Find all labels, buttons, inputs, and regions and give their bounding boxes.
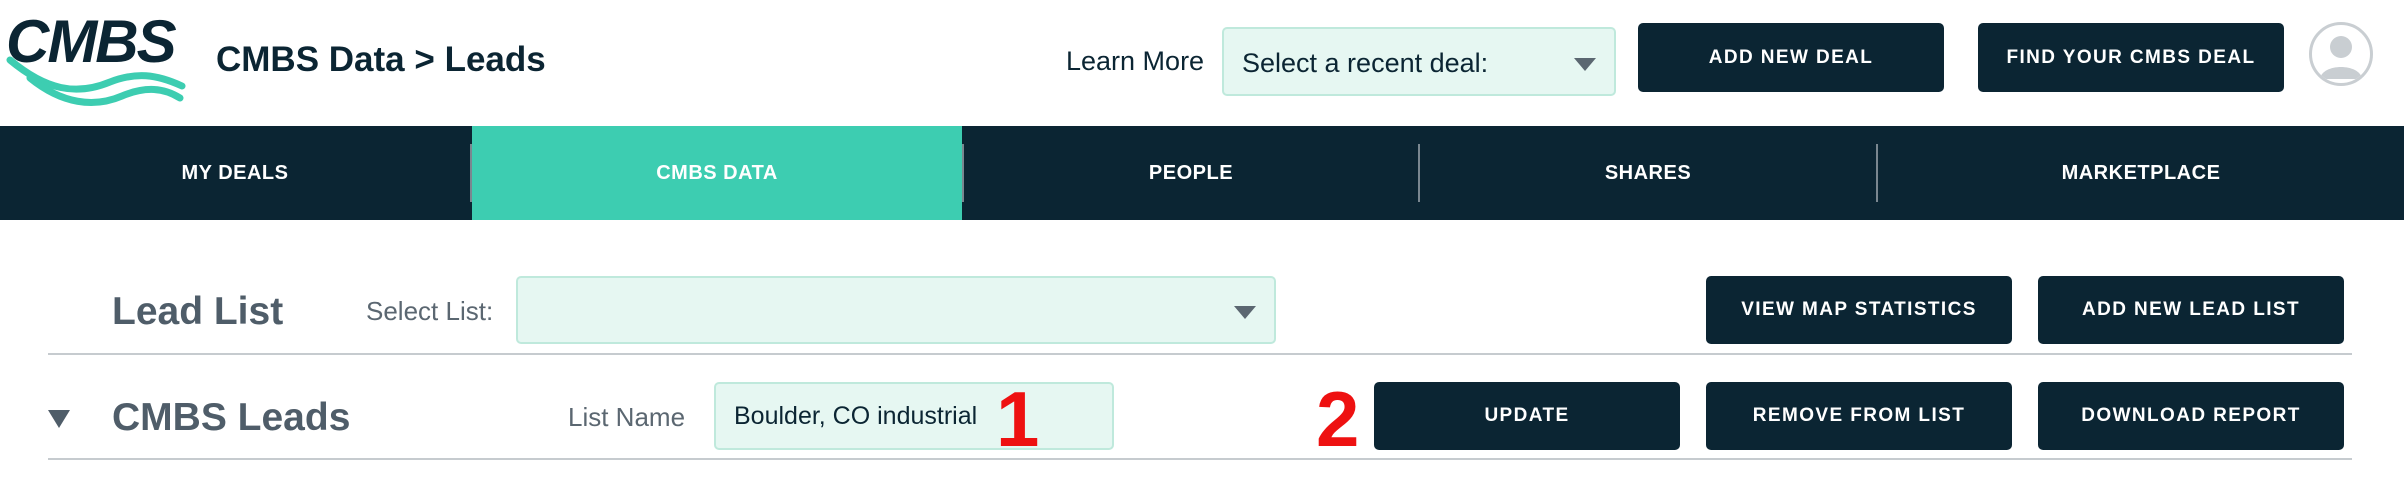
add-new-deal-button[interactable]: ADD NEW DEAL xyxy=(1638,23,1944,92)
breadcrumb-cmbs-data[interactable]: CMBS Data xyxy=(216,40,405,79)
list-name-label: List Name xyxy=(568,402,686,432)
remove-from-list-button[interactable]: REMOVE FROM LIST xyxy=(1706,382,2012,450)
recent-deal-select-label: Select a recent deal: xyxy=(1242,48,1489,78)
breadcrumb-separator: > xyxy=(414,40,435,79)
tab-people[interactable]: PEOPLE xyxy=(964,126,1418,220)
tab-cmbs-data[interactable]: CMBS DATA xyxy=(472,126,962,220)
chevron-down-icon xyxy=(1574,58,1596,71)
user-icon xyxy=(2320,36,2362,79)
collapse-triangle-icon[interactable] xyxy=(48,410,70,428)
tab-marketplace[interactable]: MARKETPLACE xyxy=(1878,126,2404,220)
view-map-statistics-button[interactable]: VIEW MAP STATISTICS xyxy=(1706,276,2012,344)
find-cmbs-deal-button[interactable]: FIND YOUR CMBS DEAL xyxy=(1978,23,2284,92)
recent-deal-select[interactable]: Select a recent deal: xyxy=(1222,27,1616,96)
update-button[interactable]: UPDATE xyxy=(1374,382,1680,450)
cmbs-logo[interactable]: CMBS xyxy=(6,12,194,112)
breadcrumb-leads: Leads xyxy=(444,40,546,79)
tab-shares[interactable]: SHARES xyxy=(1420,126,1876,220)
annotation-marker-1: 1 xyxy=(996,375,1040,463)
annotation-marker-2: 2 xyxy=(1316,375,1360,463)
list-name-input[interactable] xyxy=(714,382,1114,450)
tab-my-deals[interactable]: MY DEALS xyxy=(0,126,470,220)
page-title: CMBS Data > Leads xyxy=(216,40,546,80)
select-list-dropdown[interactable] xyxy=(516,276,1276,344)
app-header: CMBS CMBS Data > Leads Learn More Select… xyxy=(0,0,2404,126)
main-nav: MY DEALS CMBS DATA PEOPLE SHARES MARKETP… xyxy=(0,126,2404,220)
section-divider xyxy=(48,458,2352,460)
lead-list-heading: Lead List xyxy=(112,290,284,333)
logo-wave-icon xyxy=(6,56,186,106)
learn-more-link[interactable]: Learn More xyxy=(1066,46,1204,77)
download-report-button[interactable]: DOWNLOAD REPORT xyxy=(2038,382,2344,450)
chevron-down-icon xyxy=(1234,306,1256,319)
add-new-lead-list-button[interactable]: ADD NEW LEAD LIST xyxy=(2038,276,2344,344)
select-list-label: Select List: xyxy=(366,296,494,326)
avatar[interactable] xyxy=(2309,22,2373,86)
section-divider xyxy=(48,353,2352,355)
cmbs-leads-heading: CMBS Leads xyxy=(112,396,351,439)
